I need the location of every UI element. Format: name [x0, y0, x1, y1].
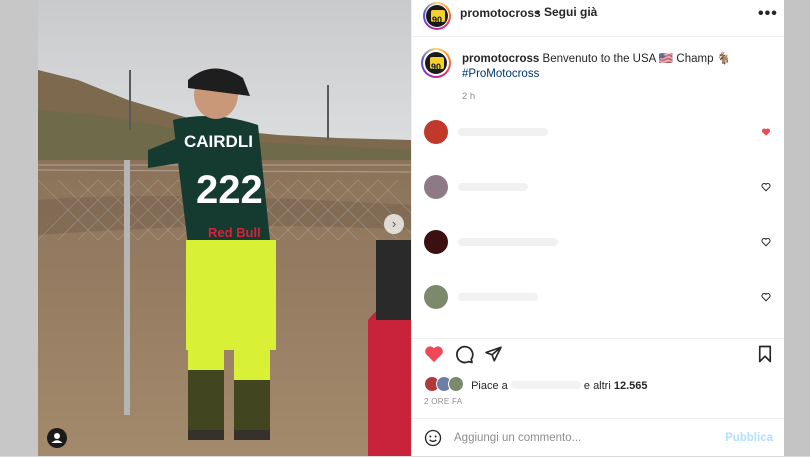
blurred-comment-text [458, 238, 558, 246]
comment-icon[interactable] [455, 345, 474, 364]
save-bookmark-icon[interactable] [757, 345, 773, 363]
tagged-users-button[interactable] [47, 428, 67, 448]
motocross-rider-photo: CAIRDLI 222 Red Bull [38, 0, 411, 456]
user-icon [51, 433, 63, 443]
header-username[interactable]: promotocross [460, 6, 541, 20]
likes-suffix: e altri [583, 380, 611, 392]
add-comment-bar: Aggiungi un commento... Pubblica [412, 418, 785, 457]
blurred-comment-text [458, 183, 528, 191]
comment-item [424, 175, 779, 205]
promotocross-logo: 90 [426, 5, 448, 27]
blurred-comment-text [458, 293, 538, 301]
commenter-avatar[interactable] [424, 230, 448, 254]
commenter-avatar[interactable] [424, 285, 448, 309]
likes-summary[interactable]: Piace a e altri 12.565 [424, 376, 648, 392]
caption-text: Benvenuto to the USA 🇺🇸 Champ 🐐 [542, 53, 731, 65]
caption-time: 2 h [462, 91, 476, 102]
caption-avatar[interactable]: 90 [421, 48, 451, 78]
liked-heart-icon[interactable] [761, 127, 771, 137]
profile-avatar[interactable]: 90 [423, 2, 451, 30]
post-caption: promotocross Benvenuto to the USA 🇺🇸 Cha… [462, 52, 762, 82]
comment-item [424, 285, 779, 315]
promotocross-logo: 90 [425, 52, 447, 74]
post-side-panel: 90 promotocross • Segui già ••• 90 promo… [411, 0, 785, 456]
header-separator: • [536, 5, 541, 19]
blurred-comment-text [458, 128, 548, 136]
post-actions-bar [412, 338, 785, 369]
left-background [0, 0, 38, 456]
jersey-name: CAIRDLI [184, 132, 253, 151]
likes-prefix: Piace a [471, 380, 508, 392]
comment-input[interactable]: Aggiungi un commento... [454, 432, 581, 444]
right-background [784, 0, 810, 456]
following-button[interactable]: Segui già [544, 5, 597, 19]
heart-icon[interactable] [761, 237, 771, 247]
caption-hashtag[interactable]: #ProMotocross [462, 68, 539, 80]
next-image-button[interactable]: › [384, 214, 404, 234]
likes-count: 12.565 [613, 380, 648, 392]
comment-item [424, 230, 779, 260]
commenter-avatar[interactable] [424, 120, 448, 144]
blurred-liker-name [510, 381, 581, 389]
heart-icon[interactable] [761, 182, 771, 192]
jersey-number: 222 [196, 168, 263, 212]
like-heart-icon[interactable] [424, 345, 444, 363]
liker-avatar [448, 376, 464, 392]
share-icon[interactable] [484, 345, 503, 363]
caption-username[interactable]: promotocross [462, 53, 539, 65]
post-photo[interactable]: CAIRDLI 222 Red Bull [38, 0, 411, 456]
post-timestamp[interactable]: 2 ORE FA [424, 397, 462, 406]
commenter-avatar[interactable] [424, 175, 448, 199]
post-header: 90 promotocross • Segui già ••• [412, 0, 785, 37]
jersey-sponsor: Red Bull [208, 225, 261, 240]
comment-item [424, 120, 779, 150]
emoji-icon[interactable] [424, 429, 442, 447]
publish-button[interactable]: Pubblica [725, 432, 773, 444]
heart-icon[interactable] [761, 292, 771, 302]
more-options-button[interactable]: ••• [758, 5, 778, 23]
